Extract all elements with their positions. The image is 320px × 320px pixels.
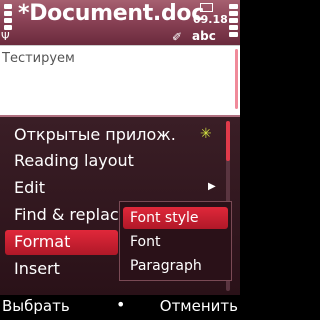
menu-item-edit[interactable]: Edit	[14, 178, 45, 202]
document-text[interactable]: Тестируем	[2, 51, 75, 66]
submenu-item-paragraph[interactable]: Paragraph	[130, 258, 202, 274]
menu-scrollbar-thumb[interactable]	[226, 121, 230, 161]
center-softkey[interactable]: •	[116, 295, 125, 314]
message-icon	[200, 3, 213, 12]
document-area[interactable]: Тестируем	[0, 45, 240, 115]
app-switch-icon: ✳	[200, 126, 212, 142]
clock: 09.18	[193, 13, 228, 26]
select-softkey[interactable]: Выбрать	[2, 297, 70, 315]
input-mode-indicator: abc	[192, 29, 216, 43]
status-bar: Ψ *Document.doc 09.18 ✐ abc	[0, 0, 240, 45]
battery-icon	[229, 2, 238, 42]
softkey-bar: Выбрать • Отменить	[0, 295, 240, 320]
antenna-icon: Ψ	[1, 30, 10, 43]
cancel-softkey[interactable]: Отменить	[160, 297, 238, 315]
menu-item-open-apps[interactable]: Открытые прилож.	[14, 125, 176, 149]
format-submenu: Font style Font Paragraph	[119, 201, 232, 281]
submenu-item-font[interactable]: Font	[130, 234, 160, 250]
pen-icon: ✐	[172, 30, 183, 44]
menu-item-insert[interactable]: Insert	[14, 259, 60, 283]
menu-item-reading-layout[interactable]: Reading layout	[14, 151, 134, 175]
document-scrollbar[interactable]	[235, 49, 238, 109]
document-title: *Document.doc	[18, 1, 204, 26]
submenu-item-font-style[interactable]: Font style	[130, 210, 199, 226]
submenu-arrow-icon: ▶	[208, 181, 216, 192]
menu-item-find-replace[interactable]: Find & replace	[14, 205, 129, 229]
menu-item-format[interactable]: Format	[14, 232, 70, 256]
